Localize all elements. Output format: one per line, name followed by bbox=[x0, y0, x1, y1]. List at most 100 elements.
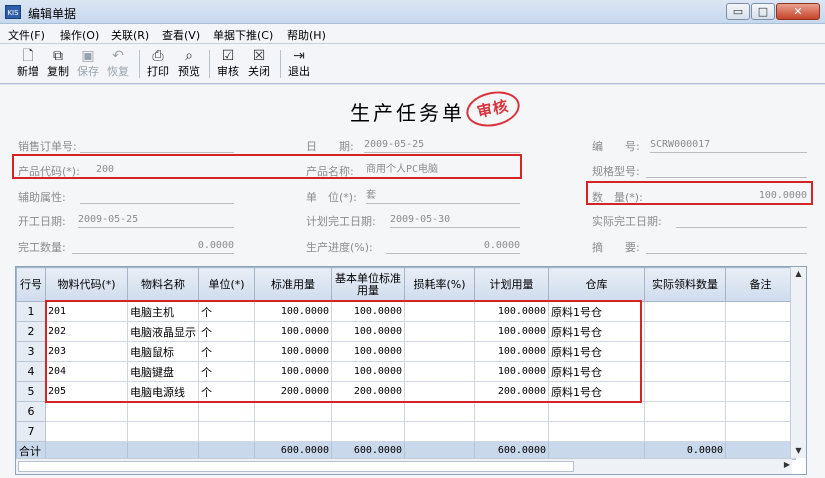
preview-label: 预览 bbox=[178, 65, 200, 78]
cell-row-no: 7 bbox=[16, 421, 46, 442]
save-button[interactable]: ▣ 保存 bbox=[72, 47, 104, 81]
restore-label: 恢复 bbox=[107, 65, 129, 78]
col-header-row-no[interactable]: 行号 bbox=[16, 267, 46, 302]
done-qty-field[interactable]: 完工数量: 0.0000 bbox=[18, 239, 234, 255]
title-bar: KIS 编辑单据 ▭ □ ✕ bbox=[0, 0, 825, 24]
minimize-button[interactable]: ▭ bbox=[726, 3, 750, 20]
cell-remark[interactable] bbox=[725, 361, 796, 382]
scroll-right-icon[interactable]: ▶ bbox=[784, 460, 790, 469]
sales-order-field[interactable]: 销售订单号: bbox=[18, 138, 234, 154]
start-date-field[interactable]: 开工日期: 2009-05-25 bbox=[18, 213, 234, 229]
cell-remark[interactable] bbox=[725, 301, 796, 322]
total-cell-warehouse bbox=[548, 441, 645, 460]
col-header-std-qty[interactable]: 标准用量 bbox=[254, 267, 332, 302]
col-header-plan-qty[interactable]: 计划用量 bbox=[474, 267, 549, 302]
cell-plan-qty[interactable] bbox=[474, 401, 549, 422]
number-field[interactable]: 编 号: SCRW000017 bbox=[592, 138, 807, 154]
cell-base-std-qty[interactable] bbox=[331, 401, 405, 422]
cell-loss-rate[interactable] bbox=[404, 421, 475, 442]
cell-remark[interactable] bbox=[725, 421, 796, 442]
cell-std-qty[interactable] bbox=[254, 421, 332, 442]
cell-base-std-qty[interactable] bbox=[331, 421, 405, 442]
audit-stamp: 审核 bbox=[463, 86, 523, 132]
cell-warehouse[interactable] bbox=[548, 421, 645, 442]
cell-material-code[interactable] bbox=[45, 401, 128, 422]
close-doc-button[interactable]: ☒ 关闭 bbox=[243, 47, 275, 81]
restore-button[interactable]: ↶ 恢复 bbox=[102, 47, 134, 81]
cell-remark[interactable] bbox=[725, 381, 796, 402]
scroll-down-icon[interactable]: ▼ bbox=[791, 444, 806, 458]
cell-unit[interactable] bbox=[198, 401, 255, 422]
cell-material-name[interactable] bbox=[127, 401, 199, 422]
toolbar-separator bbox=[139, 50, 140, 78]
progress-field[interactable]: 生产进度(%): 0.0000 bbox=[306, 239, 520, 255]
copy-label: 复制 bbox=[47, 65, 69, 78]
cell-actual-issued[interactable] bbox=[644, 401, 726, 422]
cell-actual-issued[interactable] bbox=[644, 361, 726, 382]
exit-button[interactable]: ⇥ 退出 bbox=[283, 47, 315, 81]
col-header-unit[interactable]: 单位(*) bbox=[198, 267, 255, 302]
cell-material-code[interactable] bbox=[45, 421, 128, 442]
close-window-button[interactable]: ✕ bbox=[776, 3, 820, 20]
unit-field[interactable]: 单 位(*): 套 bbox=[306, 189, 520, 205]
menu-push-down[interactable]: 单据下推(C) bbox=[213, 27, 273, 43]
spec-field[interactable]: 规格型号: bbox=[592, 163, 807, 179]
menu-link[interactable]: 关联(R) bbox=[111, 27, 149, 43]
cell-row-no: 5 bbox=[16, 381, 46, 402]
preview-icon: ⌕ bbox=[185, 48, 193, 64]
cell-std-qty[interactable] bbox=[254, 401, 332, 422]
aux-attr-field[interactable]: 辅助属性: bbox=[18, 189, 234, 205]
col-header-remark[interactable]: 备注 bbox=[725, 267, 796, 302]
toolbar: 🗋 新增 ⧉ 复制 ▣ 保存 ↶ 恢复 ⎙ 打印 ⌕ 预览 ☑ 审核 ☒ 关闭 … bbox=[0, 44, 825, 84]
copy-button[interactable]: ⧉ 复制 bbox=[42, 47, 74, 81]
col-header-warehouse[interactable]: 仓库 bbox=[548, 267, 645, 302]
total-cell-std-qty: 600.0000 bbox=[254, 441, 332, 460]
summary-field[interactable]: 摘 要: bbox=[592, 239, 807, 255]
scroll-thumb[interactable] bbox=[18, 461, 574, 472]
total-cell-actual-issued: 0.0000 bbox=[644, 441, 726, 460]
col-header-material-name[interactable]: 物料名称 bbox=[127, 267, 199, 302]
cell-unit[interactable] bbox=[198, 421, 255, 442]
exit-icon: ⇥ bbox=[293, 48, 305, 64]
col-header-actual-issued[interactable]: 实际领料数量 bbox=[644, 267, 726, 302]
maximize-button[interactable]: □ bbox=[751, 3, 775, 20]
cell-warehouse[interactable] bbox=[548, 401, 645, 422]
cell-actual-issued[interactable] bbox=[644, 421, 726, 442]
table-row[interactable]: 7 bbox=[16, 421, 796, 442]
col-header-loss-rate[interactable]: 损耗率(%) bbox=[404, 267, 475, 302]
cell-actual-issued[interactable] bbox=[644, 321, 726, 342]
menu-operation[interactable]: 操作(O) bbox=[60, 27, 99, 43]
plan-finish-field[interactable]: 计划完工日期: 2009-05-30 bbox=[306, 213, 520, 229]
cell-remark[interactable] bbox=[725, 341, 796, 362]
print-label: 打印 bbox=[147, 65, 169, 78]
cell-actual-issued[interactable] bbox=[644, 341, 726, 362]
toolbar-separator bbox=[209, 50, 210, 78]
cell-material-name[interactable] bbox=[127, 421, 199, 442]
cell-remark[interactable] bbox=[725, 401, 796, 422]
menu-view[interactable]: 查看(V) bbox=[162, 27, 200, 43]
product-highlight-box bbox=[12, 154, 522, 179]
actual-finish-field[interactable]: 实际完工日期: bbox=[592, 213, 807, 229]
scroll-up-icon[interactable]: ▲ bbox=[791, 267, 806, 281]
new-button[interactable]: 🗋 新增 bbox=[12, 47, 44, 81]
cell-actual-issued[interactable] bbox=[644, 381, 726, 402]
preview-button[interactable]: ⌕ 预览 bbox=[173, 47, 205, 81]
save-label: 保存 bbox=[77, 65, 99, 78]
cell-loss-rate[interactable] bbox=[404, 401, 475, 422]
col-header-base-std-qty[interactable]: 基本单位标准用量 bbox=[331, 267, 405, 302]
menu-file[interactable]: 文件(F) bbox=[8, 27, 45, 43]
audit-button[interactable]: ☑ 审核 bbox=[212, 47, 244, 81]
col-header-material-code[interactable]: 物料代码(*) bbox=[45, 267, 128, 302]
date-field[interactable]: 日 期: 2009-05-25 bbox=[306, 138, 520, 154]
print-button[interactable]: ⎙ 打印 bbox=[142, 47, 174, 81]
grid-vertical-scrollbar[interactable]: ▲ ▼ bbox=[790, 267, 806, 458]
cell-row-no: 1 bbox=[16, 301, 46, 322]
menu-help[interactable]: 帮助(H) bbox=[287, 27, 326, 43]
grid-horizontal-scrollbar[interactable]: ▶ bbox=[16, 458, 792, 474]
cell-remark[interactable] bbox=[725, 321, 796, 342]
total-cell-loss-rate bbox=[404, 441, 475, 460]
table-row[interactable]: 6 bbox=[16, 401, 796, 422]
cell-actual-issued[interactable] bbox=[644, 301, 726, 322]
cell-plan-qty[interactable] bbox=[474, 421, 549, 442]
grid-header-row: 行号 物料代码(*) 物料名称 单位(*) 标准用量 基本单位标准用量 损耗率(… bbox=[16, 267, 796, 302]
